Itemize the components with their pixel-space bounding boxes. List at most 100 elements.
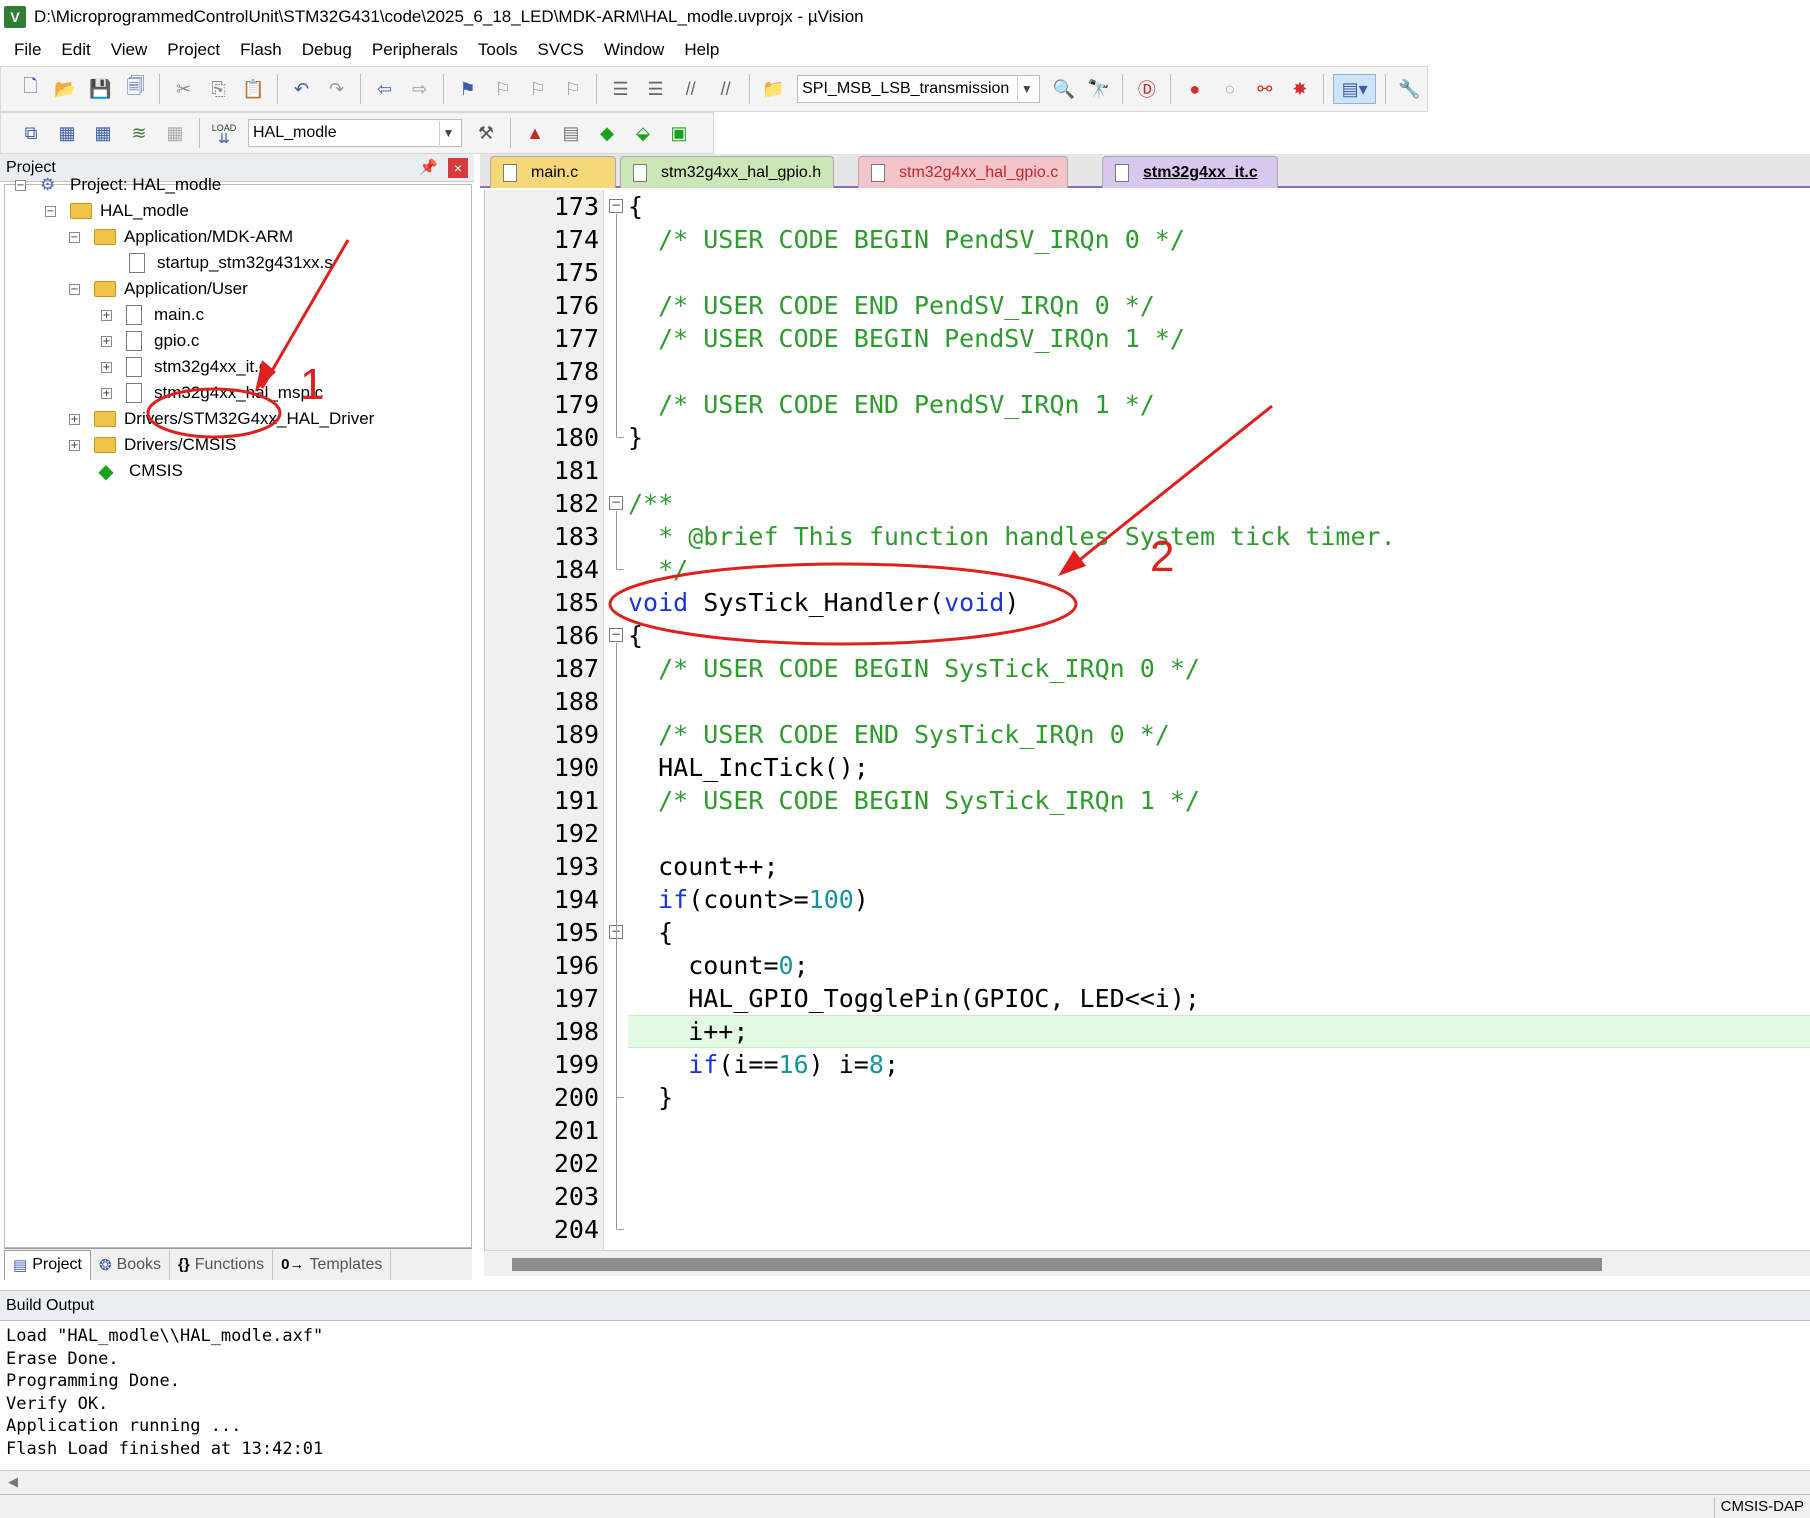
tree-item-startup[interactable]: startup_stm32g431xx.s — [129, 249, 333, 277]
code-line[interactable]: 178 — [485, 355, 1810, 388]
save-icon[interactable]: 💾 — [86, 74, 115, 104]
menu-edit[interactable]: Edit — [51, 40, 100, 60]
code-line[interactable]: 195− { — [485, 916, 1810, 949]
editor-horizontal-scrollbar[interactable] — [484, 1250, 1810, 1276]
manage-runtime-icon[interactable]: ◆ — [592, 118, 622, 148]
tab-stm32g4xx-it-c[interactable]: stm32g4xx_it.c — [1102, 156, 1278, 188]
collapse-icon[interactable]: − — [69, 231, 80, 243]
code-line[interactable]: 202 — [485, 1147, 1810, 1180]
pin-icon[interactable]: 📌 — [419, 158, 438, 176]
nav-back-icon[interactable]: ⇦ — [370, 74, 399, 104]
tree-item-project[interactable]: − ⚙ Project: HAL_modle — [15, 171, 221, 199]
bookmark-clear-icon[interactable]: ⚐ — [558, 74, 587, 104]
paste-icon[interactable]: 📋 — [239, 74, 268, 104]
incremental-find-icon[interactable]: 🔍 — [1049, 74, 1078, 104]
copy-icon[interactable]: ⎘ — [204, 74, 233, 104]
open-file-icon[interactable]: 📂 — [51, 74, 80, 104]
code-line[interactable]: 192 — [485, 817, 1810, 850]
expand-icon[interactable]: + — [101, 309, 112, 321]
rebuild-icon[interactable]: ▦ — [88, 118, 118, 148]
tree-item-stm32g4xx-it[interactable]: + stm32g4xx_it.c — [101, 353, 267, 381]
build-icon[interactable]: ▦ — [52, 118, 82, 148]
expand-icon[interactable]: + — [101, 387, 112, 399]
menu-debug[interactable]: Debug — [292, 40, 362, 60]
tree-item-gpio[interactable]: + gpio.c — [101, 327, 199, 355]
build-output-scrollbar[interactable]: ◀ — [0, 1470, 1810, 1494]
menu-view[interactable]: View — [101, 40, 158, 60]
code-line[interactable]: 198 i++; — [485, 1015, 1810, 1048]
tree-item-main[interactable]: + main.c — [101, 301, 204, 329]
tree-item-group-cmsis[interactable]: + Drivers/CMSIS — [69, 431, 236, 459]
code-line[interactable]: 194 if(count>=100) — [485, 883, 1810, 916]
tab-hal-gpio-c[interactable]: stm32g4xx_hal_gpio.c — [858, 156, 1068, 188]
select-packs-icon[interactable]: ▤ — [556, 118, 586, 148]
fold-collapse-icon[interactable]: − — [609, 628, 623, 642]
nav-forward-icon[interactable]: ⇨ — [405, 74, 434, 104]
scroll-left-icon[interactable]: ◀ — [8, 1474, 18, 1490]
uncomment-icon[interactable]: // — [711, 74, 740, 104]
collapse-icon[interactable]: − — [45, 205, 56, 217]
configure-tools-icon[interactable]: 🔧 — [1395, 74, 1424, 104]
chevron-down-icon[interactable]: ▼ — [1017, 77, 1035, 101]
undo-icon[interactable]: ↶ — [287, 74, 316, 104]
code-line[interactable]: 187 /* USER CODE BEGIN SysTick_IRQn 0 */ — [485, 652, 1810, 685]
code-line[interactable]: 204 — [485, 1213, 1810, 1246]
breakpoint-insert-icon[interactable]: ● — [1180, 74, 1209, 104]
tab-project[interactable]: ▤ Project — [4, 1249, 91, 1280]
code-line[interactable]: 200 } — [485, 1081, 1810, 1114]
tree-item-hal-msp[interactable]: + stm32g4xx_hal_msp.c — [101, 379, 323, 407]
breakpoint-kill-all-icon[interactable]: ✸ — [1285, 74, 1314, 104]
tab-functions[interactable]: {} Functions — [170, 1249, 274, 1280]
menu-peripherals[interactable]: Peripherals — [362, 40, 468, 60]
code-line[interactable]: 185 void SysTick_Handler(void) — [485, 586, 1810, 619]
menu-window[interactable]: Window — [594, 40, 674, 60]
code-line[interactable]: 177 /* USER CODE BEGIN PendSV_IRQn 1 */ — [485, 322, 1810, 355]
code-line[interactable]: 173−{ — [485, 190, 1810, 223]
options-for-target-icon[interactable]: ⚒ — [471, 118, 501, 148]
menu-tools[interactable]: Tools — [468, 40, 528, 60]
breakpoint-disable-all-icon[interactable]: ⚯ — [1250, 74, 1279, 104]
manage-project-items-icon[interactable]: ▲ — [520, 118, 550, 148]
code-line[interactable]: 180} — [485, 421, 1810, 454]
code-line[interactable]: 186−{ — [485, 619, 1810, 652]
tree-item-group-mdk[interactable]: − Application/MDK-ARM — [69, 223, 293, 251]
stop-build-icon[interactable]: ▦ — [160, 118, 190, 148]
code-line[interactable]: 196 count=0; — [485, 949, 1810, 982]
fold-collapse-icon[interactable]: − — [609, 496, 623, 510]
code-line[interactable]: 201 — [485, 1114, 1810, 1147]
expand-icon[interactable]: + — [69, 413, 80, 425]
expand-icon[interactable]: + — [101, 361, 112, 373]
save-all-icon[interactable]: 🗐 — [121, 74, 150, 104]
code-line[interactable]: 189 /* USER CODE END SysTick_IRQn 0 */ — [485, 718, 1810, 751]
pack-installer-icon[interactable]: ⬙ — [628, 118, 658, 148]
code-line[interactable]: 179 /* USER CODE END PendSV_IRQn 1 */ — [485, 388, 1810, 421]
window-layout-icon[interactable]: ▤▾ — [1333, 74, 1376, 104]
code-line[interactable]: 199 if(i==16) i=8; — [485, 1048, 1810, 1081]
code-line[interactable]: 203 — [485, 1180, 1810, 1213]
collapse-icon[interactable]: − — [15, 179, 26, 191]
redo-icon[interactable]: ↷ — [322, 74, 351, 104]
debug-session-icon[interactable]: Ⓓ — [1132, 74, 1161, 104]
target-select-combo[interactable]: HAL_modle ▼ — [248, 119, 462, 147]
close-icon[interactable]: × — [448, 158, 468, 178]
bookmark-next-icon[interactable]: ⚐ — [523, 74, 552, 104]
menu-flash[interactable]: Flash — [230, 40, 292, 60]
expand-icon[interactable]: + — [69, 439, 80, 451]
download-load-icon[interactable]: LOAD ⇊ — [209, 118, 239, 148]
menu-file[interactable]: File — [4, 40, 51, 60]
code-line[interactable]: 175 — [485, 256, 1810, 289]
find-in-files-icon[interactable]: 📁 — [759, 74, 788, 104]
unindent-icon[interactable]: ☰ — [641, 74, 670, 104]
code-line[interactable]: 176 /* USER CODE END PendSV_IRQn 0 */ — [485, 289, 1810, 322]
expand-icon[interactable]: + — [101, 335, 112, 347]
tree-item-group-user[interactable]: − Application/User — [69, 275, 248, 303]
code-line[interactable]: 174 /* USER CODE BEGIN PendSV_IRQn 0 */ — [485, 223, 1810, 256]
code-line[interactable]: 188 — [485, 685, 1810, 718]
tree-item-target[interactable]: − HAL_modle — [45, 197, 189, 225]
tab-books[interactable]: ❂ Books — [91, 1249, 171, 1280]
menu-project[interactable]: Project — [157, 40, 230, 60]
code-line[interactable]: 184 */ — [485, 553, 1810, 586]
code-line[interactable]: 182−/** — [485, 487, 1810, 520]
batch-build-icon[interactable]: ≋ — [124, 118, 154, 148]
code-line[interactable]: 197 HAL_GPIO_TogglePin(GPIOC, LED<<i); — [485, 982, 1810, 1015]
